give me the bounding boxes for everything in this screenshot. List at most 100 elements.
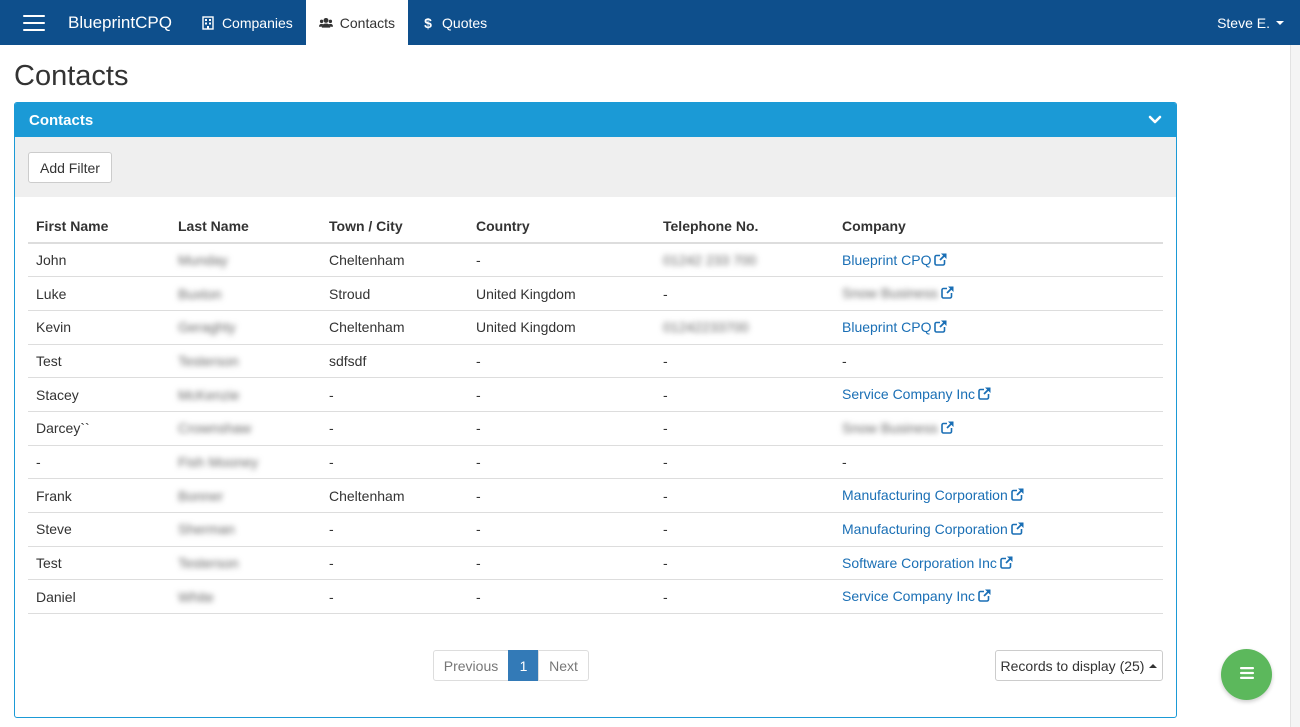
cell-town: sdfsdf (321, 344, 468, 379)
cell-town: - (321, 445, 468, 480)
contacts-table: First Name Last Name Town / City Country… (28, 209, 1163, 615)
cell-phone: - (655, 579, 834, 615)
town-value: Cheltenham (329, 487, 405, 504)
cell-first: Steve (28, 512, 170, 547)
cell-company: Snow Business (834, 411, 1163, 446)
table-row[interactable]: Darcey`` Crownshaw - - - Snow Business (28, 411, 1163, 446)
company-name: Manufacturing Corporation (842, 487, 1008, 504)
table-row[interactable]: Daniel White - - - Service Company Inc (28, 579, 1163, 615)
table-row[interactable]: - Fish Mooney - - - - (28, 445, 1163, 480)
cell-phone: - (655, 478, 834, 513)
col-company[interactable]: Company (834, 209, 1163, 244)
dollar-icon: $ (424, 14, 432, 31)
panel-header[interactable]: Contacts (15, 103, 1176, 137)
brand-logo[interactable]: BlueprintCPQ (68, 13, 188, 33)
company-link[interactable]: Manufacturing Corporation (842, 487, 1024, 503)
first-value: Frank (36, 487, 72, 504)
table-body: John Munday Cheltenham - 01242 233 700 Bluepr… (28, 243, 1163, 615)
phone-value: - (663, 487, 668, 504)
cell-first: Daniel (28, 579, 170, 615)
table-row[interactable]: Frank Bonner Cheltenham - - Manufacturing Cor… (28, 478, 1163, 513)
cell-town: - (321, 546, 468, 581)
phone-value: - (663, 588, 668, 605)
company-link[interactable]: Service Company Inc (842, 588, 992, 604)
company-link[interactable]: Service Company Inc (842, 386, 992, 402)
chevron-down-icon[interactable] (1148, 113, 1162, 127)
cell-phone: - (655, 411, 834, 446)
records-to-display-dropdown[interactable]: Records to display (25) (995, 650, 1163, 681)
last-value: Crownshaw (178, 420, 252, 437)
cell-country: - (468, 478, 655, 513)
cell-first: Frank (28, 478, 170, 513)
company-link[interactable]: Manufacturing Corporation (842, 521, 1024, 537)
floating-menu-button[interactable] (1221, 649, 1272, 700)
cell-town: Cheltenham (321, 310, 468, 345)
cell-first: Test (28, 344, 170, 379)
table-row[interactable]: Steve Sherman - - - Manufacturing Corporation (28, 512, 1163, 547)
cell-phone: - (655, 377, 834, 412)
panel-title: Contacts (29, 111, 94, 129)
table-row[interactable]: Kevin Geraghty Cheltenham United Kingdom 012… (28, 310, 1163, 345)
cell-last: McKenzie (170, 377, 321, 412)
town-value: Cheltenham (329, 252, 405, 269)
cell-company: - (834, 445, 1163, 480)
country-value: United Kingdom (476, 285, 576, 302)
nav-contacts[interactable]: Contacts (305, 0, 409, 45)
company-name: Software Corporation Inc (842, 554, 997, 571)
next-page-button[interactable]: Next (538, 650, 589, 681)
users-icon (318, 16, 333, 30)
nav-quotes[interactable]: $ Quotes (408, 0, 500, 45)
user-menu[interactable]: Steve E. (1217, 15, 1284, 31)
col-first-name[interactable]: First Name (28, 209, 170, 244)
last-value: White (178, 588, 214, 605)
page-scrollbar[interactable] (1290, 45, 1300, 727)
nav-companies-label: Companies (221, 14, 293, 31)
first-value: Test (36, 352, 62, 369)
company-link[interactable]: Software Corporation Inc (842, 555, 1013, 571)
col-telephone[interactable]: Telephone No. (655, 209, 834, 244)
table-row[interactable]: John Munday Cheltenham - 01242 233 700 Bluepr… (28, 243, 1163, 278)
phone-value: - (663, 453, 668, 470)
company-link[interactable]: Snow Business (842, 420, 954, 436)
nav-quotes-label: Quotes (442, 14, 488, 31)
table-row[interactable]: Luke Buxton Stroud United Kingdom - Snow Busi… (28, 276, 1163, 311)
table-row[interactable]: Test Testerson sdfsdf - - - (28, 344, 1163, 379)
company-link[interactable]: Blueprint CPQ (842, 318, 948, 336)
company-link[interactable]: Snow Business (842, 285, 954, 301)
cell-company: Service Company Inc (834, 377, 1163, 412)
cell-country: - (468, 579, 655, 615)
page-1-button[interactable]: 1 (508, 650, 539, 681)
external-link-icon (934, 319, 948, 336)
table-row[interactable]: Stacey McKenzie - - - Service Company Inc (28, 377, 1163, 412)
cell-phone: 01242233700 (655, 310, 834, 345)
company-link[interactable]: Blueprint CPQ (842, 252, 948, 268)
previous-page-button[interactable]: Previous (433, 650, 509, 681)
company-name: Snow Business (842, 285, 938, 302)
first-value: Stacey (36, 386, 79, 403)
town-value: - (329, 588, 334, 605)
first-value: Kevin (36, 319, 72, 336)
add-filter-button[interactable]: Add Filter (28, 152, 112, 183)
external-link-icon (1010, 521, 1024, 538)
first-value: Test (36, 555, 62, 572)
hamburger-menu-icon[interactable] (0, 0, 68, 45)
col-last-name[interactable]: Last Name (170, 209, 321, 244)
list-icon (1239, 666, 1254, 684)
cell-last: White (170, 579, 321, 615)
nav-companies[interactable]: Companies (188, 0, 306, 45)
phone-value: - (663, 555, 668, 572)
country-value: United Kingdom (476, 319, 576, 336)
table-header-row: First Name Last Name Town / City Country… (28, 209, 1163, 244)
last-value: Geraghty (178, 319, 236, 336)
cell-phone: - (655, 445, 834, 480)
cell-town: Stroud (321, 276, 468, 311)
top-navbar: BlueprintCPQ Companies Contacts $ Quotes… (0, 0, 1300, 45)
pagination: Previous 1 Next (433, 650, 589, 681)
col-town-city[interactable]: Town / City (321, 209, 468, 244)
cell-town: - (321, 512, 468, 547)
company-name: Blueprint CPQ (842, 318, 932, 335)
first-value: John (36, 252, 67, 269)
country-value: - (476, 453, 481, 470)
table-row[interactable]: Test Testerson - - - Software Corporation Inc (28, 546, 1163, 581)
col-country[interactable]: Country (468, 209, 655, 244)
